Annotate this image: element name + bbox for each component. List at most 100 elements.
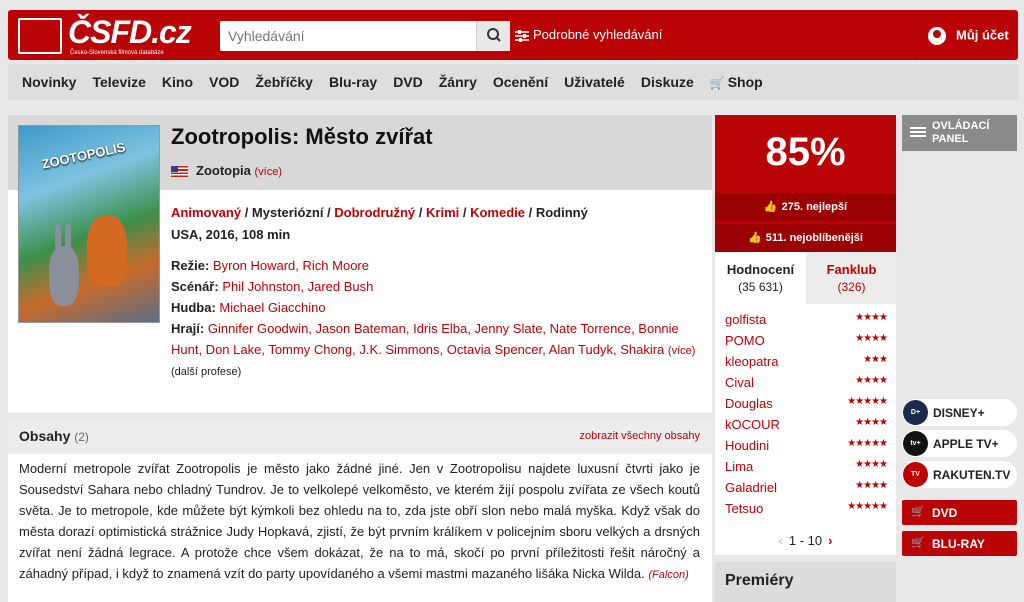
plot-title: Obsahy (2) (19, 428, 89, 444)
disney-plus-icon: D+ (903, 400, 928, 425)
nav-item-oceneni[interactable]: Ocenění (493, 74, 548, 90)
cart-icon: 🛒 (911, 506, 925, 518)
nav-item-novinky[interactable]: Novinky (22, 74, 76, 90)
original-title-row: Zootopia (více) (171, 163, 282, 178)
nav-item-dvd[interactable]: DVD (393, 74, 423, 90)
nav-item-vod[interactable]: VOD (209, 74, 239, 90)
vod-label: DISNEY+ (933, 406, 985, 420)
menu-icon (910, 127, 926, 129)
rating-user-link[interactable]: POMO (725, 333, 765, 348)
rating-user-link[interactable]: Galadriel (725, 480, 777, 495)
cart-icon: 🛒 (911, 537, 925, 549)
genre-link[interactable]: Dobrodružný (334, 205, 415, 220)
rank-popular-link[interactable]: 👍 511. nejoblíbenější (715, 224, 896, 252)
film-origin: USA, 2016, 108 min (171, 227, 291, 242)
plot-text: Moderní metropole zvířat Zootropolis je … (8, 454, 712, 586)
show-all-plots-link[interactable]: zobrazit všechny obsahy (580, 430, 700, 442)
site-header: ČSFD.cz Česko-Slovenská filmová databáze… (8, 10, 1018, 60)
rating-user-link[interactable]: golfista (725, 312, 766, 327)
star-rating: ★★★★ (855, 375, 888, 386)
control-panel-button[interactable]: OVLÁDACÍ PANEL (902, 115, 1017, 151)
rating-row: kleopatra ★★★ (725, 352, 888, 373)
tab-ratings[interactable]: Hodnocení (35 631) (715, 252, 806, 304)
chevron-right-icon[interactable]: › (828, 533, 832, 548)
star-rating: ★★★★ (855, 417, 888, 428)
rating-user-link[interactable]: Lima (725, 459, 753, 474)
rating-user-link[interactable]: Cival (725, 375, 754, 390)
original-title-more-link[interactable]: (více) (255, 166, 283, 178)
logo-film-icon (18, 18, 62, 54)
star-rating: ★★★★★ (847, 438, 888, 449)
more-professions-link[interactable]: (další profese) (171, 362, 701, 383)
plot-box: Obsahy (2) zobrazit všechny obsahy Moder… (8, 420, 712, 602)
tab-ratings-label: Hodnocení (726, 262, 795, 277)
plot-source-link[interactable]: (Falcon) (648, 569, 688, 581)
vod-label: RAKUTEN.TV (933, 468, 1011, 482)
film-poster[interactable]: ZOOTOPOLIS (18, 125, 160, 323)
rating-user-link[interactable]: kleopatra (725, 354, 778, 369)
genre-link[interactable]: Krimi (426, 205, 459, 220)
film-title: Zootropolis: Město zvířat (171, 124, 433, 149)
nav-item-televize[interactable]: Televize (92, 74, 145, 90)
music-link[interactable]: Michael Giacchino (219, 300, 325, 315)
premieres-title: Premiéry (725, 572, 794, 589)
tab-ratings-count: (35 631) (738, 280, 783, 294)
rank-popular: 511. nejoblíbenější (765, 232, 863, 244)
genre-link[interactable]: Komedie (470, 205, 525, 220)
rating-row: Houdini ★★★★★ (725, 436, 888, 457)
search-box (220, 21, 510, 51)
plot-count: (2) (74, 430, 89, 444)
control-panel-label: OVLÁDACÍ PANEL (932, 120, 990, 145)
chevron-left-icon[interactable]: ‹ (779, 533, 783, 548)
genre-link[interactable]: Animovaný (171, 205, 241, 220)
buy-dvd-button[interactable]: 🛒 DVD (902, 500, 1017, 525)
thumbs-up-icon: 👍 (763, 201, 778, 213)
vod-apple-tv[interactable]: tv+ APPLE TV+ (902, 430, 1017, 457)
rating-user-link[interactable]: kOCOUR (725, 417, 780, 432)
nav-item-diskuze[interactable]: Diskuze (641, 74, 694, 90)
nav-item-uzivatele[interactable]: Uživatelé (564, 74, 625, 90)
search-input[interactable] (220, 21, 468, 51)
poster-bunny-shape (49, 246, 79, 306)
site-logo[interactable]: ČSFD.cz Česko-Slovenská filmová databáze (18, 14, 192, 56)
tab-fanclub[interactable]: Fanklub (326) (806, 252, 897, 304)
advanced-search-label: Podrobné vyhledávání (533, 27, 663, 42)
apple-tv-icon: tv+ (903, 431, 928, 456)
search-button[interactable] (476, 21, 510, 51)
genre-text: Mysteriózní (251, 205, 324, 220)
rating-user-link[interactable]: Douglas (725, 396, 773, 411)
rank-best-link[interactable]: 👍 275. nejlepší (715, 193, 896, 221)
nav-item-zebricky[interactable]: Žebříčky (255, 74, 313, 90)
rating-row: kOCOUR ★★★★ (725, 415, 888, 436)
main-nav: Novinky Televize Kino VOD Žebříčky Blu-r… (8, 64, 1018, 100)
buy-bluray-button[interactable]: 🛒 BLU-RAY (902, 531, 1017, 556)
nav-item-bluray[interactable]: Blu-ray (329, 74, 377, 90)
vod-rakuten-tv[interactable]: TV RAKUTEN.TV (902, 461, 1017, 488)
rating-row: Lima ★★★★ (725, 457, 888, 478)
nav-item-kino[interactable]: Kino (162, 74, 193, 90)
cast-links[interactable]: Ginnifer Goodwin, Jason Bateman, Idris E… (171, 321, 679, 357)
tab-fanclub-count: (326) (837, 280, 866, 294)
genre-text: Rodinný (535, 205, 588, 220)
rank-best: 275. nejlepší (781, 201, 848, 213)
nav-item-zanry[interactable]: Žánry (439, 74, 477, 90)
writer-label: Scénář: (171, 279, 219, 294)
advanced-search-link[interactable]: Podrobné vyhledávání (515, 27, 662, 42)
account-link[interactable]: Můj účet (928, 27, 1009, 45)
star-rating: ★★★★★ (847, 396, 888, 407)
nav-item-shop[interactable]: 🛒 Shop (710, 74, 763, 90)
rating-row: Douglas ★★★★★ (725, 394, 888, 415)
buy-bluray-label: BLU-RAY (932, 537, 985, 551)
cast-more-link[interactable]: (více) (668, 345, 696, 357)
rating-tabs: Hodnocení (35 631) Fanklub (326) (715, 252, 897, 304)
plot-header: Obsahy (2) zobrazit všechny obsahy (8, 420, 712, 454)
director-label: Režie: (171, 258, 210, 273)
account-label: Můj účet (956, 27, 1009, 43)
rating-user-link[interactable]: Houdini (725, 438, 769, 453)
rating-user-link[interactable]: Tetsuo (725, 501, 763, 516)
rating-row: Tetsuo ★★★★★ (725, 499, 888, 520)
director-links[interactable]: Byron Howard, Rich Moore (213, 258, 369, 273)
vod-disney-plus[interactable]: D+ DISNEY+ (902, 399, 1017, 426)
star-rating: ★★★★ (855, 480, 888, 491)
writer-links[interactable]: Phil Johnston, Jared Bush (222, 279, 373, 294)
